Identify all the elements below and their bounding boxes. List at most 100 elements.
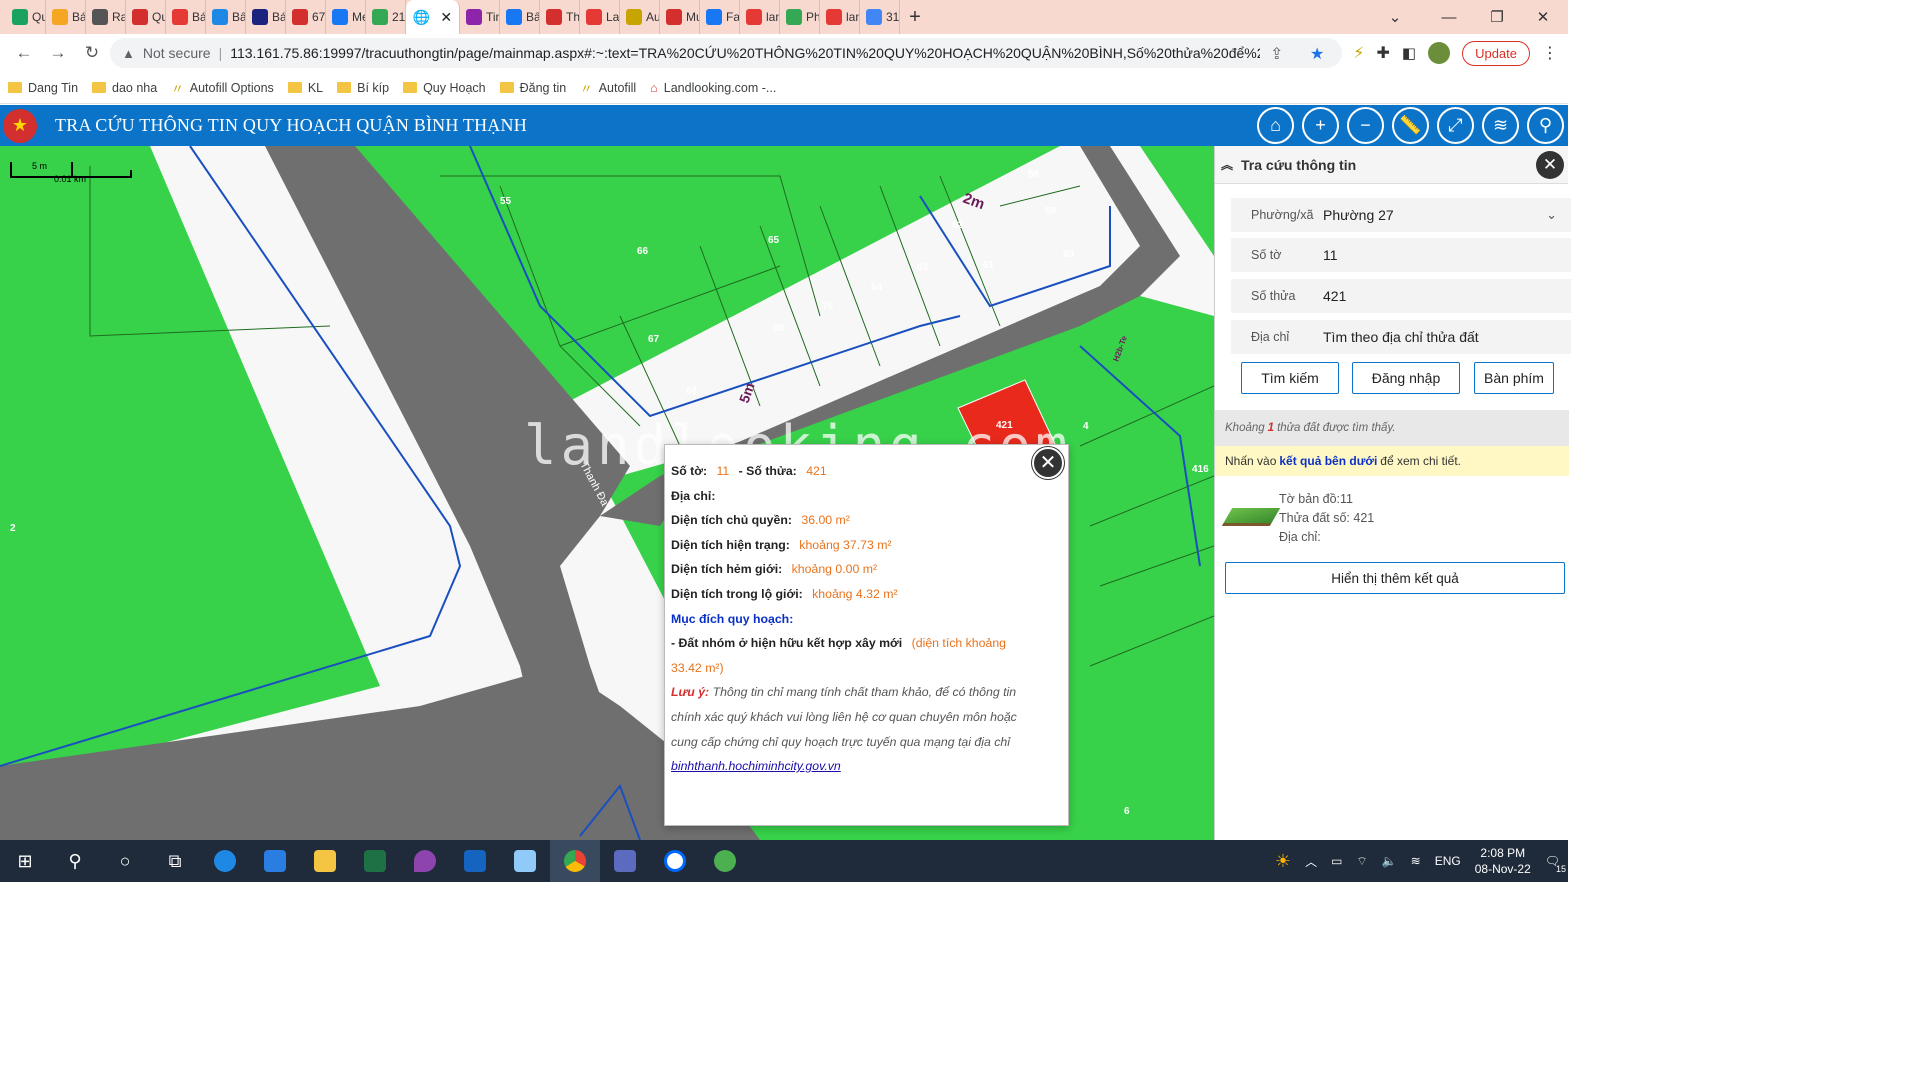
avatar[interactable] [1428, 42, 1451, 64]
zoom-out-icon[interactable]: − [1347, 107, 1384, 144]
address-field[interactable]: Địa chỉ Tìm theo địa chỉ thửa đất [1231, 320, 1571, 354]
ward-select[interactable]: Phường/xã Phường 27 ⌄ [1231, 198, 1571, 232]
browser-tab[interactable]: Rao [86, 0, 126, 34]
browser-tab[interactable]: Thc [540, 0, 580, 34]
search-button[interactable]: Tìm kiếm [1241, 362, 1339, 394]
layers-icon[interactable]: ≋ [1482, 107, 1519, 144]
browser-tab[interactable]: Qu [126, 0, 166, 34]
restore-button[interactable]: ❐ [1474, 0, 1520, 34]
chevron-up-icon[interactable]: ︿ [1305, 853, 1317, 870]
active-tab[interactable]: 🌐 ✕ [406, 0, 460, 34]
browser-tab[interactable]: 678 [286, 0, 326, 34]
zoom-in-icon[interactable]: + [1302, 107, 1339, 144]
mail-icon[interactable] [250, 840, 300, 882]
browser-tab[interactable]: Bất [500, 0, 540, 34]
browser-tab[interactable]: Lar [580, 0, 620, 34]
notification-icon[interactable]: 🗨 15 [1545, 854, 1566, 874]
parcel-field[interactable]: Số thửa 421 [1231, 279, 1571, 313]
tab-label: Bất [526, 10, 539, 24]
browser-tab[interactable]: Fac [700, 0, 740, 34]
close-window-button[interactable]: ✕ [1520, 0, 1566, 34]
browser-tab[interactable]: lan [740, 0, 780, 34]
minimize-button[interactable]: — [1426, 0, 1472, 34]
windows-start-icon[interactable]: ⊞ [0, 840, 50, 882]
tab-label: Rao [112, 10, 125, 24]
bookmark-item[interactable]: 〃 Autofill Options [171, 78, 274, 97]
close-tab-icon[interactable]: ✕ [440, 9, 452, 26]
back-icon[interactable]: ← [8, 37, 40, 69]
coccoc-icon[interactable] [700, 840, 750, 882]
panel-close-icon[interactable]: ✕ [1536, 151, 1564, 179]
browser-tab[interactable]: Aut [620, 0, 660, 34]
browser-tab[interactable]: Qu [6, 0, 46, 34]
search-icon[interactable]: ⚲ [1527, 107, 1564, 144]
browser-tab[interactable]: Bất [206, 0, 246, 34]
edge-icon[interactable] [200, 840, 250, 882]
bookmark-item[interactable]: KL [287, 81, 323, 95]
bookmark-item[interactable]: Đăng tin [499, 81, 566, 95]
circle-icon [466, 9, 482, 25]
stats-icon[interactable] [600, 840, 650, 882]
bookmark-item[interactable]: Quy Hoạch [403, 81, 486, 95]
browser-tab[interactable]: 211 [366, 0, 406, 34]
autofill-icon: 〃 [580, 82, 593, 96]
share-icon[interactable]: ⇪ [1270, 44, 1283, 64]
home-icon[interactable]: ⌂ [1257, 107, 1294, 144]
update-button[interactable]: Update [1462, 40, 1530, 66]
excel-icon[interactable] [350, 840, 400, 882]
address-bar[interactable]: ▲ Not secure | 113.161.75.86:19997/tracu… [110, 38, 1342, 68]
browser-tab[interactable]: Bán [246, 0, 286, 34]
fullscreen-icon[interactable]: ⤢ [1437, 107, 1474, 144]
wifi-icon[interactable]: ≋ [1411, 854, 1421, 868]
reload-icon[interactable]: ↻ [76, 37, 108, 69]
bookmark-star-icon[interactable]: ★ [1310, 44, 1324, 64]
menu-icon[interactable]: ⋮ [1542, 43, 1558, 63]
language-indicator[interactable]: ENG [1435, 854, 1461, 868]
keyboard-button[interactable]: Bàn phím [1474, 362, 1554, 394]
puzzle-icon[interactable]: ✚ [1376, 43, 1389, 63]
new-tab-button[interactable]: + [900, 0, 930, 34]
tab-search-icon[interactable]: ⌄ [1372, 0, 1418, 34]
forward-icon[interactable]: → [42, 37, 74, 69]
zalo-icon[interactable] [650, 840, 700, 882]
clock[interactable]: 2:08 PM 08-Nov-22 [1475, 845, 1531, 877]
bookmark-item[interactable]: Bí kíp [337, 81, 389, 95]
task-view-icon[interactable]: ⧉ [150, 840, 200, 882]
photos-icon[interactable] [450, 840, 500, 882]
network-icon[interactable]: ⌔ [1356, 854, 1367, 869]
url-text: 113.161.75.86:19997/tracuuthongtin/page/… [230, 45, 1261, 61]
notepad-icon[interactable] [500, 840, 550, 882]
browser-tab[interactable]: Bán [46, 0, 86, 34]
sidepanel-icon[interactable]: ◧ [1402, 44, 1416, 62]
browser-tab[interactable]: Tin [460, 0, 500, 34]
paint-icon[interactable] [400, 840, 450, 882]
sheet-field[interactable]: Số tờ 11 [1231, 238, 1571, 272]
browser-tab[interactable]: Mu [660, 0, 700, 34]
weather-icon[interactable]: ☀ [1275, 851, 1291, 872]
browser-tab[interactable]: Me [326, 0, 366, 34]
browser-tab[interactable]: lan [820, 0, 860, 34]
show-more-button[interactable]: Hiển thị thêm kết quả [1225, 562, 1565, 594]
measure-icon[interactable]: 📏 [1392, 107, 1429, 144]
gov-link[interactable]: binhthanh.hochiminhcity.gov.vn [671, 759, 841, 773]
bookmark-label: Autofill [598, 80, 637, 95]
battery-icon[interactable]: ▭ [1331, 854, 1342, 868]
result-item[interactable]: Tờ bản đồ:11 Thửa đất số: 421 Địa chỉ: [1221, 488, 1565, 548]
bookmark-item[interactable]: 〃 Autofill [580, 78, 636, 97]
cortana-icon[interactable]: ○ [100, 840, 150, 882]
collapse-icon[interactable]: ︽ [1221, 156, 1233, 173]
browser-tab[interactable]: Bán [166, 0, 206, 34]
bookmark-item[interactable]: ⌂ Landlooking.com -... [650, 81, 776, 95]
browser-tab[interactable]: 31/ [860, 0, 900, 34]
extension-icon[interactable]: ⚡ [1353, 43, 1364, 63]
login-button[interactable]: Đăng nhập [1352, 362, 1460, 394]
file-explorer-icon[interactable] [300, 840, 350, 882]
chrome-icon[interactable] [550, 840, 600, 882]
bookmark-item[interactable]: dao nha [92, 81, 157, 95]
volume-icon[interactable]: 🔈 [1382, 854, 1397, 868]
bookmark-item[interactable]: Dang Tin [8, 81, 78, 95]
folder-icon [403, 82, 418, 93]
search-icon[interactable]: ⚲ [50, 840, 100, 882]
close-icon[interactable]: ✕ [1032, 447, 1064, 479]
browser-tab[interactable]: Phi [780, 0, 820, 34]
